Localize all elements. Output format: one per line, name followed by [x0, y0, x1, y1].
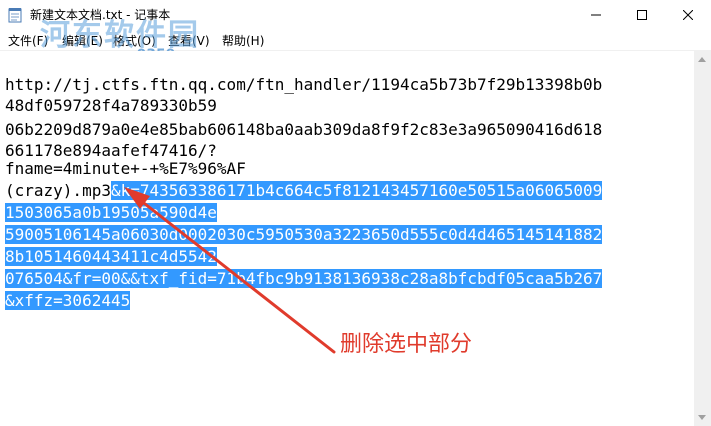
selected-text: &k=743563386171b4c664c5f812143457160e505… — [110, 181, 603, 200]
text-line: 8b1051460443411c4d5542 — [5, 246, 217, 268]
text-line: 076504&fr=00&&txf_fid=71b4fbc9b913813693… — [5, 268, 603, 290]
text-line: 59005106145a06030d0002030c5950530a322365… — [5, 224, 603, 246]
selected-text: 8b1051460443411c4d5542 — [5, 247, 217, 266]
text-line: fname=4minute+-+%E7%96%AF — [5, 159, 246, 178]
minimize-button[interactable] — [573, 0, 619, 30]
notepad-window: 新建文本文档.txt - 记事本 文件(F) 编辑(E) 格式(O) 查看(V)… — [0, 0, 711, 426]
text-line: 1503065a0b19505a590d4e — [5, 202, 217, 224]
text-line: 48df059728f4a789330b59 — [5, 96, 217, 115]
text-line: 06b2209d879a0e4e85bab606148ba0aab309da8f… — [5, 120, 603, 139]
menu-help[interactable]: 帮助(H) — [222, 32, 264, 49]
vertical-scrollbar[interactable] — [694, 51, 711, 426]
text-line: &xffz=3062445 — [5, 290, 131, 312]
close-icon — [683, 10, 693, 20]
selected-text: 076504&fr=00&&txf_fid=71b4fbc9b913813693… — [5, 269, 603, 288]
text-line: http://tj.ctfs.ftn.qq.com/ftn_handler/11… — [5, 75, 603, 94]
text-editor-area[interactable]: http://tj.ctfs.ftn.qq.com/ftn_handler/11… — [0, 51, 694, 426]
minimize-icon — [591, 14, 601, 16]
maximize-button[interactable] — [619, 0, 665, 30]
scroll-down-arrow-icon[interactable] — [698, 415, 706, 420]
selected-text: 1503065a0b19505a590d4e — [5, 203, 217, 222]
notepad-app-icon — [8, 8, 22, 23]
close-button[interactable] — [665, 0, 711, 30]
scroll-up-arrow-icon[interactable] — [698, 57, 706, 62]
annotation-label: 删除选中部分 — [340, 332, 473, 357]
maximize-icon — [637, 10, 647, 20]
selected-text: 59005106145a06030d0002030c5950530a322365… — [5, 225, 603, 244]
selected-text: &xffz=3062445 — [5, 291, 131, 310]
text-line-selection-start: (crazy).mp3&k=743563386171b4c664c5f81214… — [5, 181, 603, 200]
